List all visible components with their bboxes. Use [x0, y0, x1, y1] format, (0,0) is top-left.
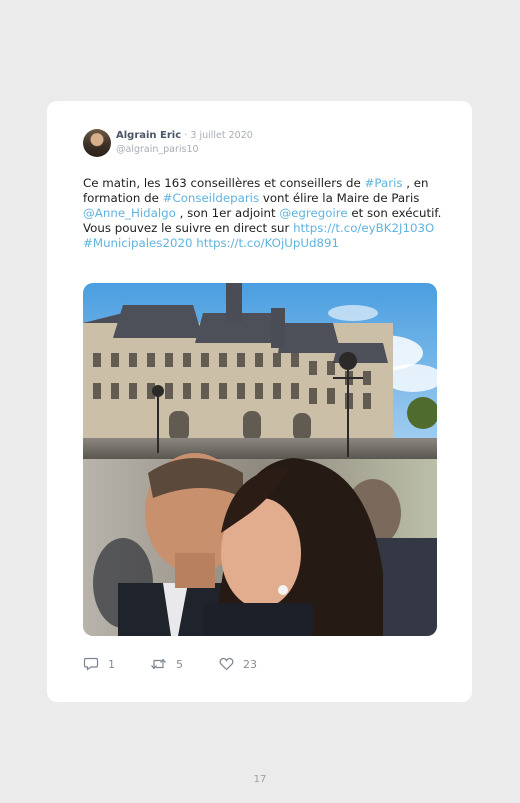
hashtag-paris-link[interactable]: #Paris — [365, 176, 403, 190]
text-segment: , son 1er adjoint — [175, 206, 280, 220]
tweet-actions: 1 5 23 — [83, 657, 383, 673]
mention-anne-hidalgo-link[interactable]: @Anne_Hidalgo — [83, 206, 176, 220]
tweet-photo[interactable] — [83, 283, 437, 636]
author-line: Algrain Eric · 3 juillet 2020 — [116, 130, 253, 141]
url-link-1[interactable]: https://t.co/eyBK2J103O — [293, 221, 434, 235]
reply-button[interactable]: 1 — [83, 657, 115, 671]
text-segment: vont élire la Maire de Paris — [259, 191, 420, 205]
tweet-text: Ce matin, les 163 conseillères et consei… — [83, 176, 443, 251]
like-button[interactable]: 23 — [219, 657, 257, 671]
like-count: 23 — [243, 657, 257, 671]
heart-icon — [219, 657, 234, 671]
retweet-count: 5 — [176, 657, 183, 671]
tweet-card: Algrain Eric · 3 juillet 2020 @algrain_p… — [47, 101, 472, 702]
tweet-date[interactable]: · 3 juillet 2020 — [184, 130, 252, 141]
reply-icon — [83, 657, 99, 671]
author-handle[interactable]: @algrain_paris10 — [116, 144, 199, 155]
page-number: 17 — [253, 774, 267, 785]
mention-egregoire-link[interactable]: @egregoire — [279, 206, 347, 220]
author-name[interactable]: Algrain Eric — [116, 130, 181, 141]
text-segment: Ce matin, les 163 conseillères et consei… — [83, 176, 365, 190]
url-link-2[interactable]: https://t.co/KOjUpUd891 — [196, 236, 339, 250]
retweet-button[interactable]: 5 — [150, 657, 183, 671]
reply-count: 1 — [108, 657, 115, 671]
hashtag-conseildeparis-link[interactable]: #Conseildeparis — [163, 191, 260, 205]
retweet-icon — [151, 658, 166, 670]
hashtag-municipales2020-link[interactable]: #Municipales2020 — [83, 236, 192, 250]
author-avatar[interactable] — [83, 129, 111, 157]
photo-collage-icon — [83, 283, 437, 636]
